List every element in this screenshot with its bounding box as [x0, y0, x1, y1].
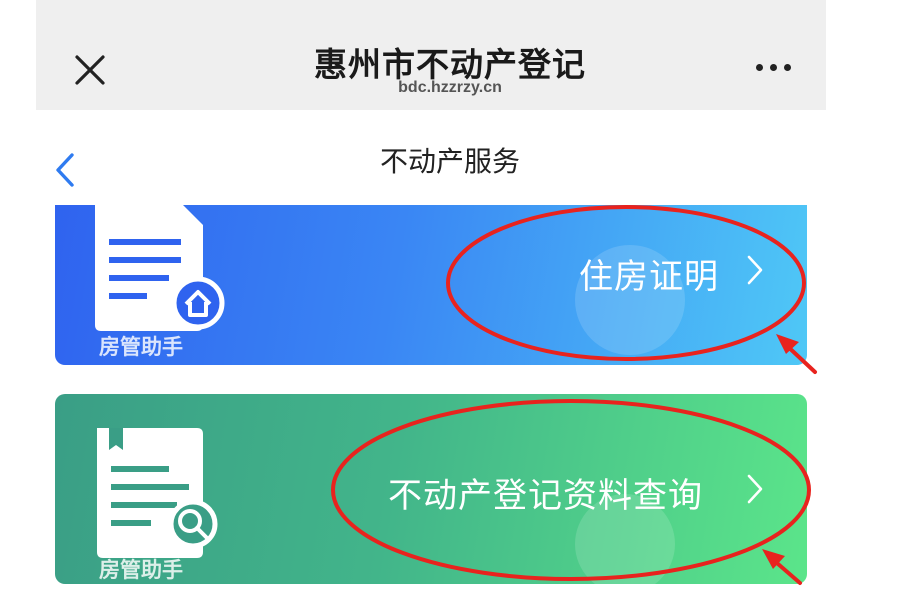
property-records-query-card[interactable]: 房管助手 不动产登记资料查询	[55, 394, 807, 584]
watermark: 房管助手	[99, 335, 183, 359]
more-options-icon[interactable]	[752, 58, 796, 78]
card-label[interactable]: 住房证明	[579, 249, 719, 298]
housing-certificate-card[interactable]: 房管助手 住房证明	[55, 205, 807, 365]
chevron-right-icon[interactable]	[745, 253, 765, 287]
app-domain: bdc.hzzrzy.cn	[398, 79, 502, 96]
app-screen: 惠州市不动产登记 bdc.hzzrzy.cn 不动产服务 房管助手 住房证明 房…	[0, 0, 900, 600]
card-label[interactable]: 不动产登记资料查询	[388, 468, 703, 517]
document-home-icon	[95, 205, 225, 331]
chevron-right-icon[interactable]	[745, 472, 765, 506]
watermark: 房管助手	[99, 558, 183, 582]
page-title: 不动产服务	[379, 145, 520, 178]
